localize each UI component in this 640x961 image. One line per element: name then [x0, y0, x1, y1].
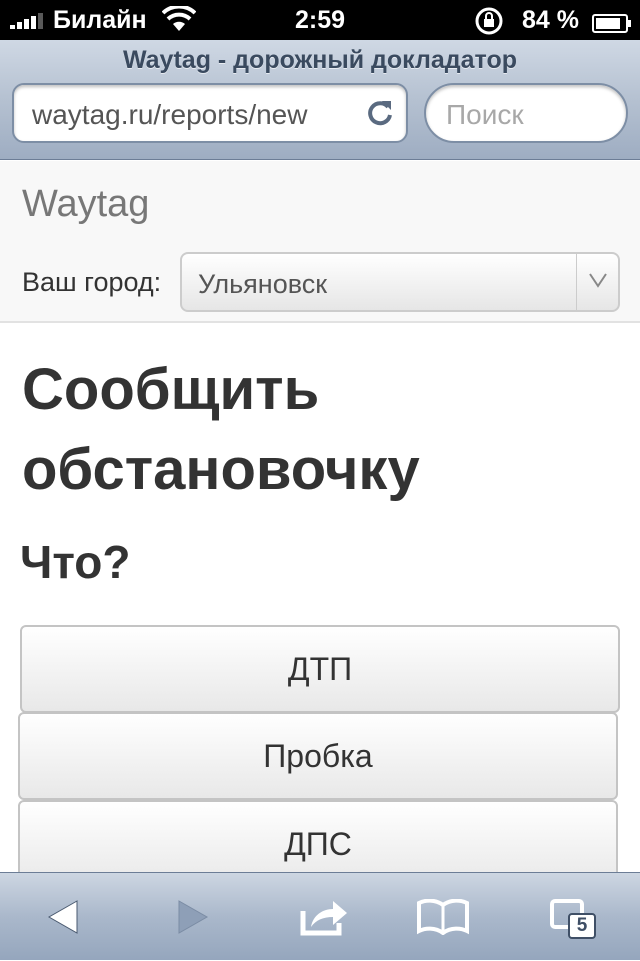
battery-percent: 84 %: [522, 6, 579, 34]
browser-top-bar: Waytag - дорожный докладатор waytag.ru/r…: [0, 40, 640, 160]
city-select-value: Ульяновск: [198, 269, 328, 299]
question-heading: Что?: [20, 536, 131, 588]
forward-arrow-icon: [178, 900, 209, 934]
book-icon: [417, 899, 469, 935]
battery-icon: [592, 11, 632, 33]
browser-toolbar: 5: [0, 872, 640, 960]
back-arrow-icon: [47, 900, 78, 934]
forward-button[interactable]: [138, 873, 248, 961]
bookmarks-button[interactable]: [388, 873, 498, 961]
share-icon: [300, 901, 347, 936]
share-button[interactable]: [270, 873, 380, 961]
site-header: Waytag Ваш город: Ульяновск: [0, 161, 640, 323]
city-select[interactable]: Ульяновск: [180, 252, 620, 312]
search-input[interactable]: Поиск: [424, 83, 628, 143]
chevron-down-icon: [576, 254, 618, 310]
search-placeholder: Поиск: [446, 99, 524, 130]
status-bar: Билайн 2:59 84 %: [0, 0, 640, 40]
address-bar[interactable]: waytag.ru/reports/new: [12, 83, 408, 143]
option-button-accident[interactable]: ДТП: [20, 625, 620, 713]
tabs-count-badge: 5: [568, 913, 596, 939]
option-button-traffic-jam[interactable]: Пробка: [18, 712, 618, 800]
reload-icon[interactable]: [364, 97, 396, 129]
url-text[interactable]: waytag.ru/reports/new: [32, 99, 342, 131]
city-label: Ваш город:: [22, 267, 162, 297]
rotation-lock-icon: [474, 6, 504, 43]
back-button[interactable]: [8, 873, 118, 961]
site-brand-link[interactable]: Waytag: [22, 183, 149, 226]
tabs-button[interactable]: 5: [518, 873, 628, 961]
page-heading: Сообщить обстановочку: [22, 357, 420, 502]
page-title: Waytag - дорожный докладатор: [122, 46, 517, 74]
